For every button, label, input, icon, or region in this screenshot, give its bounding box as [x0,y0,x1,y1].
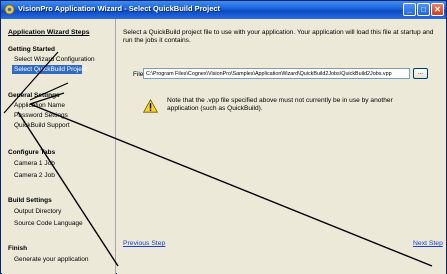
step-output-directory[interactable]: Output Directory [12,207,63,216]
step-quickbuild-support[interactable]: QuickBuild Support [12,121,72,130]
file-label: File [133,71,144,78]
app-icon [4,4,15,15]
next-step-link[interactable]: Next Step [413,240,443,247]
step-application-name[interactable]: Application Name [12,101,67,110]
maximize-button[interactable]: □ [417,3,430,16]
wizard-steps-panel: Application Wizard Steps Getting Started… [2,19,116,274]
window-title: VisionPro Application Wizard - Select Qu… [18,4,221,13]
title-bar[interactable]: VisionPro Application Wizard - Select Qu… [1,1,446,19]
group-general-settings: General Settings [8,92,60,99]
group-configure-tabs: Configure Tabs [8,149,56,156]
wizard-window: VisionPro Application Wizard - Select Qu… [0,0,447,274]
warning-note: Note that the .vpp file specified above … [167,97,393,112]
warning-icon [143,99,158,113]
page-description: Select a QuickBuild project file to use … [123,29,434,44]
group-build-settings: Build Settings [8,197,52,204]
group-getting-started: Getting Started [8,46,55,53]
browse-button[interactable]: ... [413,68,428,79]
step-select-quickbuild-project[interactable]: Select QuickBuild Project [12,65,87,74]
step-camera-1-job[interactable]: Camera 1 Job [12,159,57,168]
minimize-button[interactable]: _ [403,3,416,16]
step-source-code-language[interactable]: Source Code Language [12,219,85,228]
step-password-settings[interactable]: Password Settings [12,111,70,120]
file-path-input[interactable] [143,68,410,79]
step-select-wizard-configuration[interactable]: Select Wizard Configuration [12,55,97,64]
previous-step-link[interactable]: Previous Step [123,240,165,247]
group-finish: Finish [8,245,28,252]
step-camera-2-job[interactable]: Camera 2 Job [12,171,57,180]
close-button[interactable]: ✕ [431,3,444,16]
step-generate-application[interactable]: Generate your application [12,255,90,264]
main-panel: Select a QuickBuild project file to use … [117,19,446,274]
steps-heading: Application Wizard Steps [8,29,90,36]
